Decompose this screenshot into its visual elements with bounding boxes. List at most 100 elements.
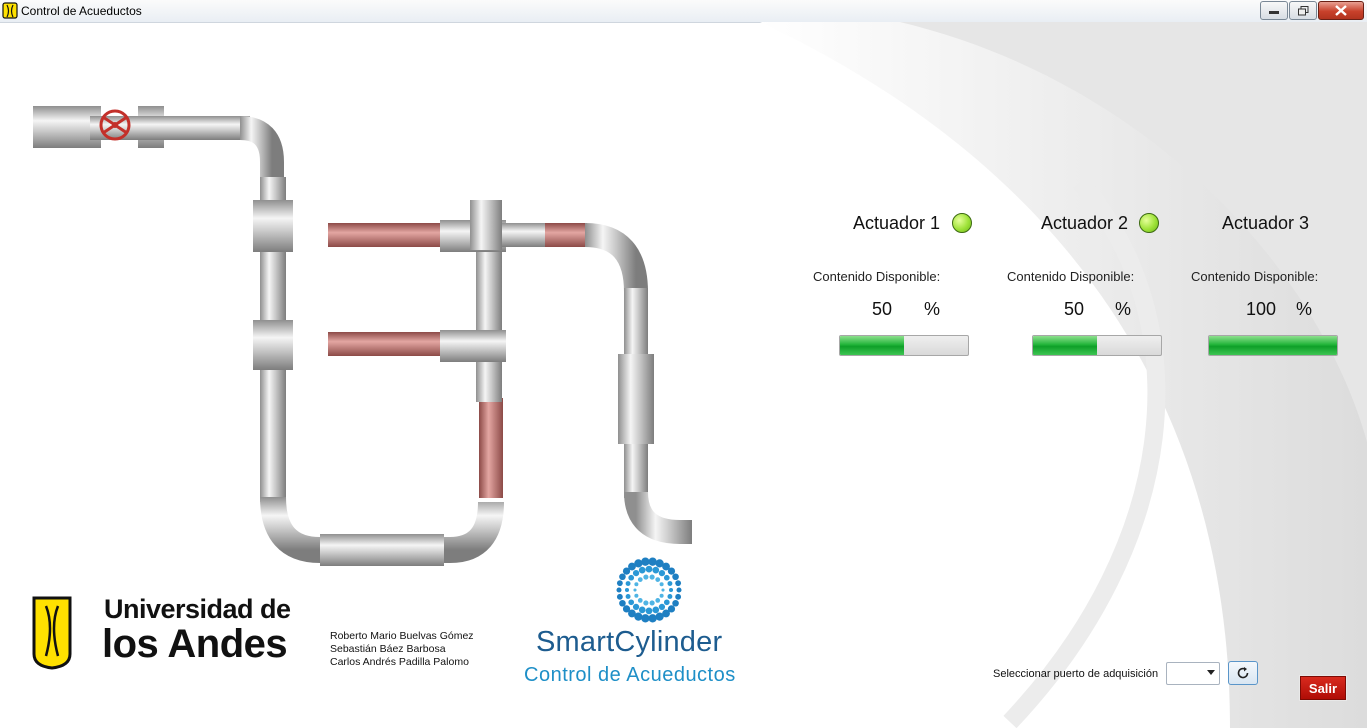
actuator-2-progress-fill [1033,336,1097,355]
restore-button[interactable] [1289,1,1317,20]
logo-dot [652,566,660,574]
logo-dot [645,565,653,573]
university-name-line2: los Andes [102,622,288,666]
restore-icon [1297,5,1308,15]
refresh-icon [1237,667,1249,679]
logo-dot [667,593,673,599]
logo-dot [616,587,622,593]
logo-dot [643,574,649,580]
university-name-line1: Universidad de [104,594,291,624]
middle-tee-lower [440,330,506,362]
logo-dot [634,582,639,587]
logo-dot [667,567,676,575]
exit-button[interactable]: Salir [1299,675,1347,701]
logo-dot [619,573,626,581]
actuator-3-percent-sign: % [1296,299,1313,319]
top-elbow [239,116,284,184]
logo-dot [616,593,623,600]
logo-dot [632,569,640,577]
logo-dot [632,603,640,611]
logo-dot [676,587,682,593]
right-outlet-elbow [624,491,692,544]
actuator-2-progress-bar [1032,335,1162,356]
minimize-button[interactable] [1260,1,1288,20]
author-2: Sebastián Báez Barbosa [330,643,446,655]
actuator-2-contenido-label: Contenido Disponible: [1007,269,1135,284]
logo-dot [655,598,661,603]
logo-dot [641,557,650,566]
red-pipe-lower [328,332,440,356]
actuator-3-label: Actuador 3 [1222,213,1310,233]
actuator-3-contenido-label: Contenido Disponible: [1191,269,1319,284]
logo-dot [675,593,682,600]
logo-dot [661,588,665,592]
logo-dot [619,599,626,607]
red-pipe-vertical [479,398,503,498]
close-button[interactable] [1318,1,1364,20]
logo-dot [663,574,670,581]
logo-dot [638,566,646,574]
logo-dot [655,577,661,582]
actuator-1-status-led [952,213,972,233]
logo-dot [658,603,666,611]
actuator-3-percent-value: 100 [1245,299,1276,319]
pipe-diagram [33,106,692,566]
right-coupling [618,354,654,444]
minimize-icon [1269,10,1279,14]
logo-dot [659,593,664,598]
close-icon [1335,5,1347,16]
red-pipe-upper [328,223,440,247]
top-pipe [90,116,250,140]
logo-dot [625,581,631,587]
actuator-2-percent-sign: % [1115,299,1132,319]
actuator-1-percent-value: 50 [871,299,892,319]
logo-dot [641,614,650,623]
logo-dot [652,606,660,614]
title-bar: Control de Acueductos [0,0,1367,23]
actuator-2-percent-value: 50 [1063,299,1084,319]
logo-dot [616,580,623,587]
logo-dot [659,582,664,587]
brand-subtitle: Control de Acueductos [524,664,736,686]
refresh-button[interactable] [1228,661,1258,685]
actuator-2-status-led [1139,213,1159,233]
logo-dot [675,580,682,587]
logo-dot [633,588,637,592]
logo-dot [628,574,635,581]
logo-dot [658,569,666,577]
port-select-label: Seleccionar puerto de adquisición [993,668,1159,680]
port-select[interactable] [1166,662,1220,685]
chevron-down-icon [1207,670,1215,675]
middle-cross [470,200,502,250]
logo-dot [638,606,646,614]
right-elbow [584,223,648,293]
logo-dot [637,598,643,603]
left-tee-lower [253,320,293,370]
logo-dot [649,600,655,606]
logo-dot [634,559,643,568]
logo-dot [637,577,643,582]
logo-dot [624,587,630,593]
logo-dot [649,574,655,580]
actuator-3-progress-bar [1208,335,1338,356]
logo-dot [625,593,631,599]
actuator-1-percent-sign: % [924,299,941,319]
app-icon [2,2,18,19]
author-1: Roberto Mario Buelvas Gómez [330,630,474,642]
author-3: Carlos Andrés Padilla Palomo [330,656,469,668]
red-pipe-right [545,223,587,247]
brand-name: SmartCylinder [536,626,723,658]
bottom-coupling [320,534,444,566]
logo-dot [672,599,679,607]
logo-dot [648,557,657,566]
actuator-1-contenido-label: Contenido Disponible: [813,269,941,284]
logo-dot [643,600,649,606]
logo-dot [663,599,670,606]
logo-dot [628,599,635,606]
logo-dot [672,573,679,581]
actuator-1-progress-fill [840,336,904,355]
right-connector [502,223,552,247]
logo-dot [668,587,674,593]
actuator-1-label: Actuador 1 [853,213,941,233]
smartcylinder-logo-icon [616,557,682,623]
